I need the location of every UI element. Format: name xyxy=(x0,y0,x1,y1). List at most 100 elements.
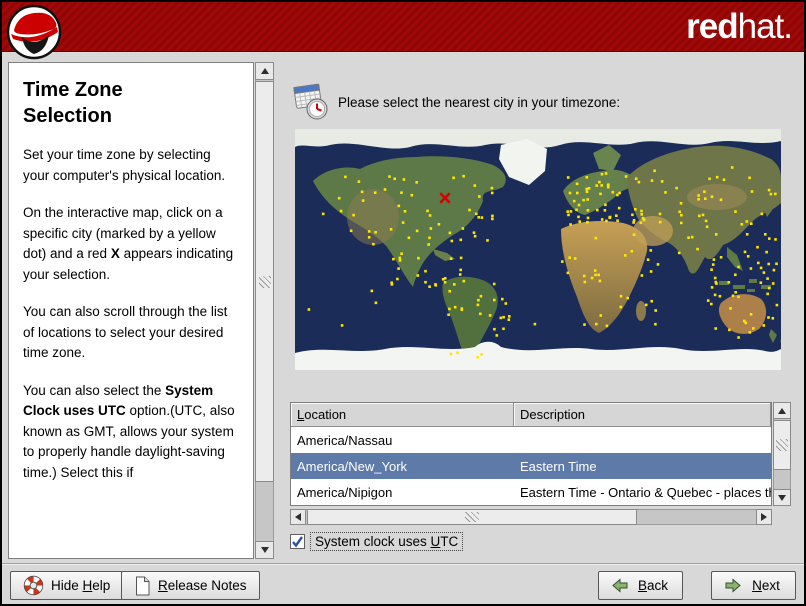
city-dot[interactable] xyxy=(447,313,450,316)
city-dot[interactable] xyxy=(722,178,726,181)
city-dot[interactable] xyxy=(701,213,705,217)
city-dot[interactable] xyxy=(569,223,572,226)
city-dot[interactable] xyxy=(624,254,627,257)
city-dot[interactable] xyxy=(507,318,511,321)
city-dot[interactable] xyxy=(594,273,597,277)
city-dot[interactable] xyxy=(398,256,402,260)
city-dot[interactable] xyxy=(749,267,753,270)
city-dot[interactable] xyxy=(767,188,771,192)
city-dot[interactable] xyxy=(734,210,737,213)
city-dot[interactable] xyxy=(593,269,597,272)
city-dot[interactable] xyxy=(585,176,589,179)
city-dot[interactable] xyxy=(766,277,769,280)
city-dot[interactable] xyxy=(472,231,476,234)
city-dot[interactable] xyxy=(390,283,394,286)
city-dot[interactable] xyxy=(340,324,344,327)
city-dot[interactable] xyxy=(616,193,619,197)
table-scroll-left-button[interactable] xyxy=(290,509,306,525)
city-dot[interactable] xyxy=(392,257,395,261)
city-dot[interactable] xyxy=(619,294,623,298)
table-scroll-right-button[interactable] xyxy=(756,509,772,525)
city-dot[interactable] xyxy=(600,218,604,221)
city-dot[interactable] xyxy=(567,213,570,217)
city-dot[interactable] xyxy=(415,229,419,233)
city-dot[interactable] xyxy=(750,222,753,225)
city-dot[interactable] xyxy=(743,250,747,254)
table-row[interactable]: America/Nassau xyxy=(291,427,771,453)
city-dot[interactable] xyxy=(698,214,701,218)
city-dot[interactable] xyxy=(749,313,753,316)
help-scrollbar-thumb[interactable] xyxy=(255,81,274,482)
city-dot[interactable] xyxy=(400,252,403,255)
city-dot[interactable] xyxy=(680,221,683,225)
table-scroll-up-button[interactable] xyxy=(773,402,791,419)
city-dot[interactable] xyxy=(367,230,371,233)
city-dot[interactable] xyxy=(710,268,713,271)
table-row[interactable]: America/Nipigon Eastern Time - Ontario &… xyxy=(291,479,771,505)
city-dot[interactable] xyxy=(476,356,480,359)
city-dot[interactable] xyxy=(585,187,588,191)
city-dot[interactable] xyxy=(737,265,740,269)
city-dot[interactable] xyxy=(664,191,667,194)
city-dot[interactable] xyxy=(719,256,723,259)
city-dot[interactable] xyxy=(459,256,463,260)
city-dot[interactable] xyxy=(583,280,587,284)
city-dot[interactable] xyxy=(490,186,494,190)
city-dot[interactable] xyxy=(719,198,723,202)
city-dot[interactable] xyxy=(370,289,374,293)
city-dot[interactable] xyxy=(415,181,418,184)
city-dot[interactable] xyxy=(650,299,653,303)
city-dot[interactable] xyxy=(575,182,579,186)
city-dot[interactable] xyxy=(658,212,662,216)
city-dot[interactable] xyxy=(424,269,427,273)
city-dot[interactable] xyxy=(697,194,700,197)
city-dot[interactable] xyxy=(649,270,653,273)
city-dot[interactable] xyxy=(473,184,477,187)
city-dot[interactable] xyxy=(582,274,586,278)
city-dot[interactable] xyxy=(427,243,430,246)
city-dot[interactable] xyxy=(429,227,433,230)
city-dot[interactable] xyxy=(582,198,585,202)
city-dot[interactable] xyxy=(762,324,766,327)
city-dot[interactable] xyxy=(660,180,664,183)
city-dot[interactable] xyxy=(402,178,406,181)
city-dot[interactable] xyxy=(501,297,504,301)
city-dot[interactable] xyxy=(708,177,711,181)
city-dot[interactable] xyxy=(594,236,598,240)
city-dot[interactable] xyxy=(488,314,492,317)
city-dot[interactable] xyxy=(477,298,480,302)
city-dot[interactable] xyxy=(598,180,601,184)
city-dot[interactable] xyxy=(697,198,700,201)
city-dot[interactable] xyxy=(715,175,719,179)
city-dot[interactable] xyxy=(410,193,414,197)
city-dot[interactable] xyxy=(632,219,636,222)
city-dot[interactable] xyxy=(713,276,717,280)
city-dot[interactable] xyxy=(606,184,610,187)
utc-checkbox-label[interactable]: System clock uses UTC xyxy=(310,532,464,551)
city-dot[interactable] xyxy=(730,166,734,169)
city-dot[interactable] xyxy=(624,175,628,178)
city-dot[interactable] xyxy=(745,220,749,223)
city-dot[interactable] xyxy=(771,317,775,320)
city-dot[interactable] xyxy=(407,236,411,240)
city-dot[interactable] xyxy=(434,283,437,286)
city-dot[interactable] xyxy=(756,245,759,249)
city-dot[interactable] xyxy=(611,190,615,194)
city-dot[interactable] xyxy=(383,188,387,191)
city-dot[interactable] xyxy=(646,258,650,261)
city-dot[interactable] xyxy=(637,180,641,184)
table-row-selected[interactable]: America/New_York Eastern Time xyxy=(291,453,771,479)
city-dot[interactable] xyxy=(590,276,594,280)
table-vscrollbar-thumb[interactable] xyxy=(773,420,791,470)
city-dot[interactable] xyxy=(495,334,499,337)
city-dot[interactable] xyxy=(508,315,511,318)
city-dot[interactable] xyxy=(458,273,462,276)
city-dot[interactable] xyxy=(448,307,451,311)
world-map[interactable] xyxy=(295,129,781,370)
city-dot[interactable] xyxy=(734,273,737,277)
city-dot[interactable] xyxy=(586,220,589,224)
city-dot[interactable] xyxy=(491,217,494,221)
city-dot[interactable] xyxy=(453,283,456,286)
city-dot[interactable] xyxy=(374,231,377,234)
city-dot[interactable] xyxy=(461,227,465,230)
